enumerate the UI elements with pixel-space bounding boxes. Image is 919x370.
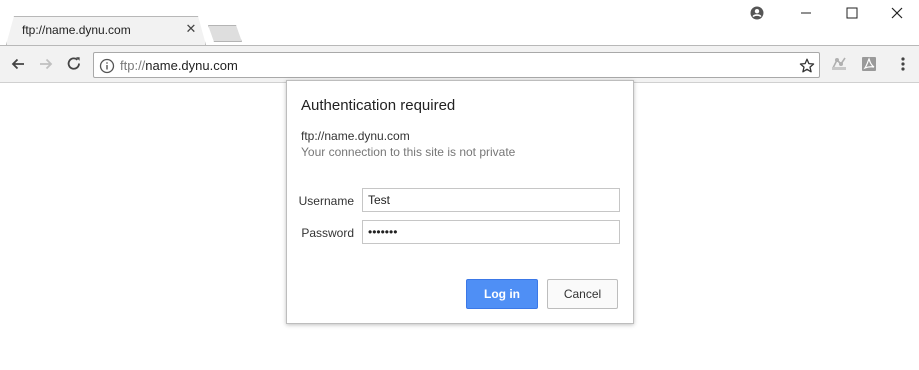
maximize-icon[interactable] [843, 4, 861, 22]
back-icon[interactable] [8, 54, 28, 74]
address-bar[interactable]: ftp://name.dynu.com [93, 52, 820, 78]
url-host: name.dynu.com [145, 58, 238, 73]
url-scheme: ftp:// [120, 58, 146, 73]
reload-icon[interactable] [64, 54, 84, 74]
address-text: ftp://name.dynu.com [120, 58, 238, 73]
close-icon[interactable] [888, 4, 906, 22]
tab-close-icon[interactable]: ✕ [184, 22, 198, 36]
forward-icon[interactable] [36, 54, 56, 74]
auth-dialog: Authentication required ftp://name.dynu.… [286, 80, 634, 324]
menu-icon[interactable] [893, 54, 913, 74]
password-label: Password [301, 226, 354, 240]
browser-toolbar: ftp://name.dynu.com [0, 45, 919, 83]
login-button[interactable]: Log in [466, 279, 538, 309]
minimize-icon[interactable] [797, 4, 815, 22]
account-icon[interactable] [748, 4, 766, 22]
username-input[interactable] [362, 188, 620, 212]
tab-title: ftp://name.dynu.com [22, 23, 131, 37]
pdf-icon[interactable] [859, 54, 879, 74]
password-input[interactable] [362, 220, 620, 244]
dialog-origin: ftp://name.dynu.com [301, 129, 410, 143]
dialog-warning: Your connection to this site is not priv… [301, 145, 516, 159]
new-tab-button[interactable] [208, 25, 242, 42]
dialog-title: Authentication required [301, 97, 456, 114]
username-label: Username [298, 194, 354, 208]
cancel-button[interactable]: Cancel [547, 279, 618, 309]
tab-content[interactable]: ftp://name.dynu.com ✕ [8, 17, 206, 45]
title-bar: ftp://name.dynu.com ✕ [0, 0, 919, 45]
star-icon[interactable] [798, 57, 816, 75]
info-icon[interactable] [99, 58, 115, 74]
extension-icon[interactable] [829, 54, 849, 74]
